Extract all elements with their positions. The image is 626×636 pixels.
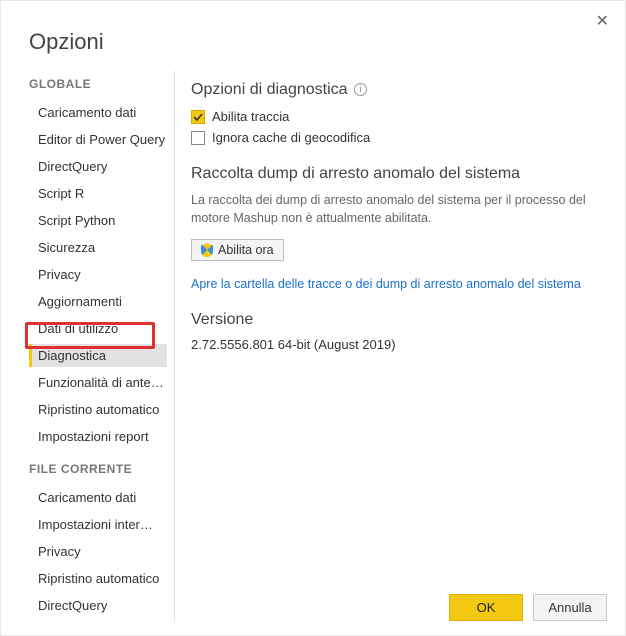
sidebar-item-dati-utilizzo[interactable]: Dati di utilizzo — [29, 317, 167, 340]
bypass-geocoding-checkbox[interactable] — [191, 131, 205, 145]
sidebar-item-file-ripristino-automatico[interactable]: Ripristino automatico — [29, 567, 167, 590]
sidebar-item-script-python[interactable]: Script Python — [29, 209, 167, 232]
crash-dump-description: La raccolta dei dump di arresto anomalo … — [191, 191, 591, 227]
enable-tracing-checkbox[interactable] — [191, 110, 205, 124]
sidebar-header-global: GLOBALE — [29, 77, 174, 91]
sidebar-header-file-corrente: FILE CORRENTE — [29, 462, 174, 476]
diagnostics-heading: Opzioni di diagnostica — [191, 81, 348, 98]
shield-icon — [201, 243, 213, 257]
sidebar-item-script-r[interactable]: Script R — [29, 182, 167, 205]
sidebar-item-file-impostazioni-internazionali[interactable]: Impostazioni inter… — [29, 513, 167, 536]
sidebar-item-file-privacy[interactable]: Privacy — [29, 540, 167, 563]
enable-tracing-label: Abilita traccia — [212, 109, 289, 124]
sidebar-item-file-caricamento-dati[interactable]: Caricamento dati — [29, 486, 167, 509]
sidebar-item-file-directquery[interactable]: DirectQuery — [29, 594, 167, 617]
enable-now-button[interactable]: Abilita ora — [191, 239, 284, 261]
close-icon[interactable]: ✕ — [590, 7, 615, 35]
version-heading: Versione — [191, 311, 609, 329]
sidebar-item-directquery[interactable]: DirectQuery — [29, 155, 167, 178]
sidebar: GLOBALE Caricamento dati Editor di Power… — [29, 71, 175, 621]
sidebar-item-diagnostica[interactable]: Diagnostica — [29, 344, 167, 367]
dialog-footer: OK Annulla — [449, 594, 607, 621]
sidebar-item-impostazioni-report[interactable]: Impostazioni report — [29, 425, 167, 448]
ok-button[interactable]: OK — [449, 594, 523, 621]
dialog-title: Opzioni — [1, 1, 625, 55]
sidebar-item-caricamento-dati[interactable]: Caricamento dati — [29, 101, 167, 124]
sidebar-item-editor-power-query[interactable]: Editor di Power Query — [29, 128, 167, 151]
enable-now-label: Abilita ora — [218, 243, 274, 257]
bypass-geocoding-label: Ignora cache di geocodifica — [212, 130, 370, 145]
sidebar-item-aggiornamenti[interactable]: Aggiornamenti — [29, 290, 167, 313]
crash-dump-heading: Raccolta dump di arresto anomalo del sis… — [191, 165, 609, 183]
sidebar-item-sicurezza[interactable]: Sicurezza — [29, 236, 167, 259]
open-traces-folder-link[interactable]: Apre la cartella delle tracce o dei dump… — [191, 277, 609, 291]
cancel-button[interactable]: Annulla — [533, 594, 607, 621]
sidebar-item-funzionalita-anteprima[interactable]: Funzionalità di ante… — [29, 371, 167, 394]
sidebar-item-ripristino-automatico[interactable]: Ripristino automatico — [29, 398, 167, 421]
main-panel: Opzioni di diagnostica i Abilita traccia… — [175, 71, 625, 621]
info-icon[interactable]: i — [354, 83, 367, 96]
sidebar-item-privacy[interactable]: Privacy — [29, 263, 167, 286]
version-value: 2.72.5556.801 64-bit (August 2019) — [191, 337, 609, 352]
